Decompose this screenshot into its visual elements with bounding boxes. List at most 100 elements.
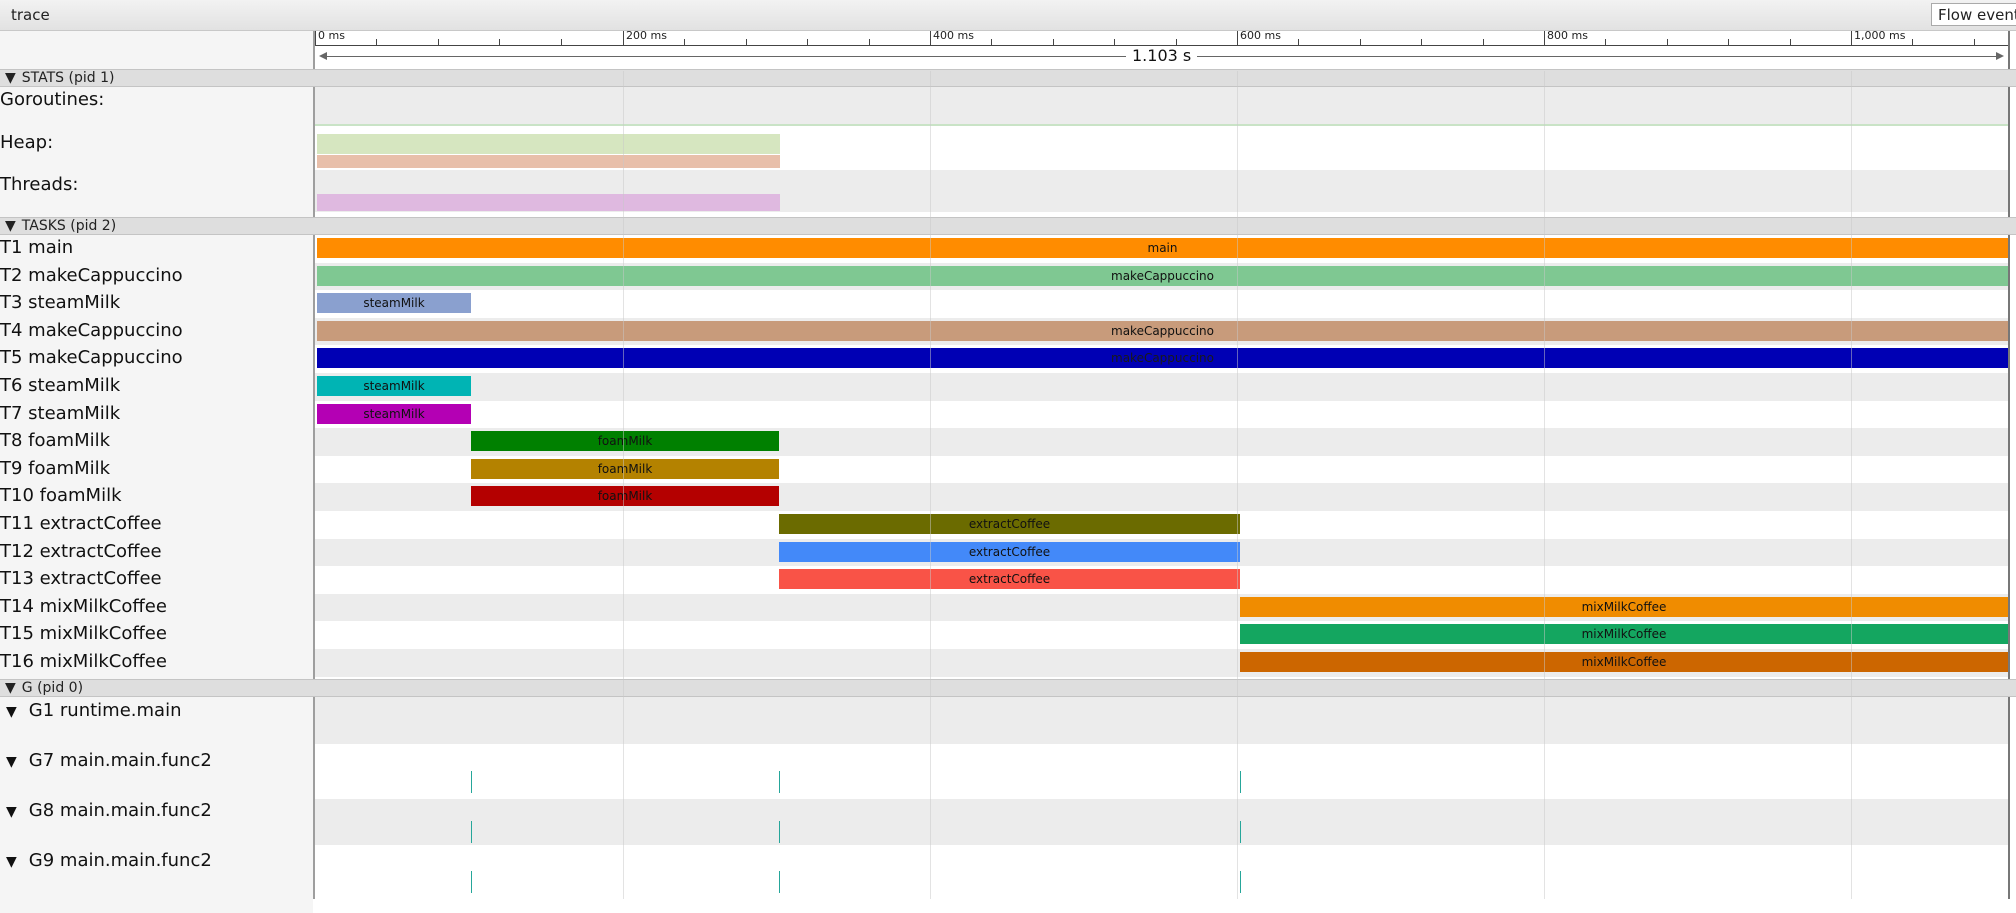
minor-tick	[499, 39, 500, 46]
task-slice[interactable]: main	[317, 238, 2008, 258]
tick-label-200: 200 ms	[626, 29, 667, 42]
expand-triangle-icon: ▼	[6, 754, 17, 770]
goroutine-event-mark[interactable]	[779, 871, 780, 893]
section-header-tasks[interactable]: ▼ TASKS (pid 2)	[0, 217, 2016, 235]
task-label: T16 mixMilkCoffee	[0, 651, 167, 672]
task-track[interactable]	[315, 373, 2008, 401]
tick-1000	[1851, 31, 1852, 46]
goroutine-label-g7[interactable]: ▼ G7 main.main.func2	[0, 750, 310, 771]
threads-label: Threads:	[0, 174, 79, 195]
minor-tick	[561, 39, 562, 46]
goroutine-event-mark[interactable]	[779, 821, 780, 843]
goroutine-event-mark[interactable]	[1240, 871, 1241, 893]
goroutine-track-g7[interactable]	[315, 744, 2008, 799]
minor-tick	[1176, 39, 1177, 46]
goroutine-event-mark[interactable]	[779, 771, 780, 793]
threads-area[interactable]	[317, 194, 780, 211]
task-track[interactable]	[315, 401, 2008, 429]
minor-tick	[1667, 39, 1668, 46]
goroutine-event-mark[interactable]	[471, 821, 472, 843]
duration-label: 1.103 s	[1126, 46, 1198, 65]
task-slice[interactable]: mixMilkCoffee	[1240, 624, 2008, 644]
task-slice[interactable]: foamMilk	[471, 459, 779, 479]
tick-label-600: 600 ms	[1240, 29, 1281, 42]
expand-triangle-icon: ▼	[6, 854, 17, 870]
goroutine-track-g8[interactable]	[315, 799, 2008, 845]
grid-line-600	[1237, 71, 1238, 899]
goroutine-track-g1[interactable]	[315, 697, 2008, 744]
minor-tick	[1483, 39, 1484, 46]
minor-tick	[376, 39, 377, 46]
goroutine-name: G8 main.main.func2	[28, 800, 212, 821]
task-slice[interactable]: foamMilk	[471, 486, 779, 506]
time-ruler[interactable]: 0 ms 200 ms 400 ms 600 ms 800 ms 1,000 m…	[315, 29, 2008, 71]
grid-line-400	[930, 71, 931, 899]
task-slice[interactable]: foamMilk	[471, 431, 779, 451]
section-title: STATS (pid 1)	[21, 70, 115, 86]
collapse-triangle-icon: ▼	[5, 70, 16, 86]
minor-tick	[684, 39, 685, 46]
collapse-triangle-icon: ▼	[5, 218, 16, 234]
task-label: T6 steamMilk	[0, 375, 121, 396]
minor-tick	[991, 39, 992, 46]
goroutine-event-mark[interactable]	[471, 871, 472, 893]
task-slice[interactable]: mixMilkCoffee	[1240, 597, 2008, 617]
task-track[interactable]	[315, 290, 2008, 318]
tick-200	[623, 31, 624, 46]
duration-arrow-right-icon	[1996, 52, 2004, 60]
minor-tick	[438, 39, 439, 46]
goroutine-event-mark[interactable]	[1240, 771, 1241, 793]
minor-tick	[1605, 39, 1606, 46]
task-label: T12 extractCoffee	[0, 541, 162, 562]
goroutine-label-g8[interactable]: ▼ G8 main.main.func2	[0, 800, 310, 821]
minor-tick	[1360, 39, 1361, 46]
expand-triangle-icon: ▼	[6, 704, 17, 720]
tick-label-0: 0 ms	[318, 29, 345, 42]
task-slice[interactable]: extractCoffee	[779, 514, 1240, 534]
grid-line-800	[1544, 71, 1545, 899]
tick-label-800: 800 ms	[1547, 29, 1588, 42]
goroutine-event-mark[interactable]	[471, 771, 472, 793]
task-slice[interactable]: extractCoffee	[779, 569, 1240, 589]
task-label: T14 mixMilkCoffee	[0, 596, 167, 617]
task-slice[interactable]: extractCoffee	[779, 542, 1240, 562]
grid-line-200	[623, 71, 624, 899]
section-header-g[interactable]: ▼ G (pid 0)	[0, 679, 2016, 697]
section-label-tasks: ▼ TASKS (pid 2)	[5, 218, 116, 234]
section-label-stats: ▼ STATS (pid 1)	[5, 70, 114, 86]
task-slice[interactable]: steamMilk	[317, 376, 471, 396]
grid-line-1000	[1851, 71, 1852, 899]
section-label-g: ▼ G (pid 0)	[5, 680, 83, 696]
task-label: T10 foamMilk	[0, 485, 122, 506]
top-bar: trace Flow events	[0, 0, 2016, 31]
goroutine-track-g9[interactable]	[315, 845, 2008, 899]
goroutine-event-mark[interactable]	[1240, 821, 1241, 843]
task-slice[interactable]: steamMilk	[317, 404, 471, 424]
tick-400	[930, 31, 931, 46]
task-label: T1 main	[0, 237, 74, 258]
minor-tick	[869, 39, 870, 46]
task-label: T15 mixMilkCoffee	[0, 623, 167, 644]
minor-tick	[1912, 39, 1913, 46]
minor-tick	[1974, 39, 1975, 46]
task-slice[interactable]: makeCappuccino	[317, 266, 2008, 286]
goroutines-label: Goroutines:	[0, 89, 105, 110]
task-slice[interactable]: makeCappuccino	[317, 348, 2008, 368]
minor-tick	[1790, 39, 1791, 46]
task-slice[interactable]: steamMilk	[317, 293, 471, 313]
goroutine-label-g9[interactable]: ▼ G9 main.main.func2	[0, 850, 310, 871]
task-label: T8 foamMilk	[0, 430, 111, 451]
task-slice[interactable]: makeCappuccino	[317, 321, 2008, 341]
task-slice[interactable]: mixMilkCoffee	[1240, 652, 2008, 672]
goroutines-track[interactable]	[315, 87, 2008, 126]
flow-events-select[interactable]: Flow events	[1931, 3, 2016, 26]
minor-tick	[746, 39, 747, 46]
heap-area-next-gc[interactable]	[317, 155, 780, 168]
goroutine-name: G1 runtime.main	[28, 700, 182, 721]
heap-area-in-use[interactable]	[317, 134, 780, 154]
heap-label: Heap:	[0, 132, 54, 153]
goroutine-name: G9 main.main.func2	[28, 850, 212, 871]
section-header-stats[interactable]: ▼ STATS (pid 1)	[0, 69, 2016, 87]
section-title: TASKS (pid 2)	[21, 218, 117, 234]
goroutine-label-g1[interactable]: ▼ G1 runtime.main	[0, 700, 310, 721]
